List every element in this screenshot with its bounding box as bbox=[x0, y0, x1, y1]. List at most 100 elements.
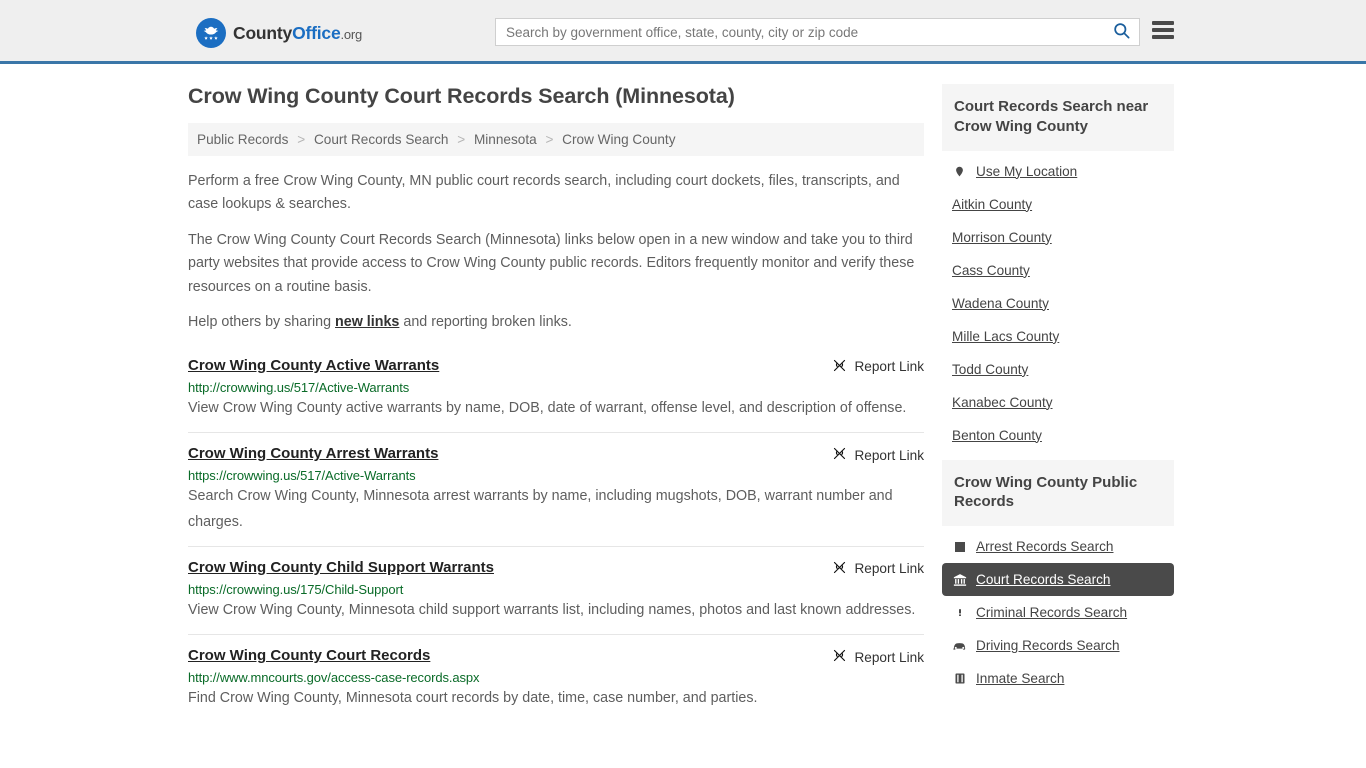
sidebar-item-label: Arrest Records Search bbox=[976, 539, 1114, 555]
breadcrumb-item-public-records[interactable]: Public Records bbox=[197, 132, 288, 147]
courthouse-icon bbox=[952, 573, 967, 587]
new-links-link[interactable]: new links bbox=[335, 314, 399, 330]
sidebar: Court Records Search near Crow Wing Coun… bbox=[942, 84, 1174, 703]
intro-paragraph-3: Help others by sharing new links and rep… bbox=[188, 311, 924, 334]
site-logo[interactable]: CountyOffice.org bbox=[196, 18, 362, 48]
sidebar-item-inmate-search[interactable]: Inmate Search bbox=[942, 662, 1174, 695]
report-link-label: Report Link bbox=[854, 649, 924, 665]
report-link-label: Report Link bbox=[854, 561, 924, 577]
search-button[interactable] bbox=[1103, 19, 1139, 45]
sidebar-item-label: Driving Records Search bbox=[976, 638, 1120, 654]
sidebar-item-label: Morrison County bbox=[952, 229, 1052, 245]
sidebar-item-label: Wadena County bbox=[952, 295, 1049, 311]
logo-text-office: Office bbox=[292, 22, 341, 43]
hamburger-bar bbox=[1152, 28, 1174, 32]
broken-link-icon bbox=[832, 560, 847, 578]
map-pin-icon bbox=[952, 164, 967, 179]
sidebar-item-label: Aitkin County bbox=[952, 196, 1033, 212]
broken-link-icon bbox=[832, 648, 847, 666]
share-text-before: Help others by sharing bbox=[188, 314, 336, 331]
main-content: Crow Wing County Court Records Search (M… bbox=[188, 84, 924, 723]
sidebar-item-mille-lacs-county[interactable]: Mille Lacs County bbox=[942, 320, 1174, 353]
eagle-seal-icon bbox=[196, 18, 226, 48]
broken-link-icon bbox=[832, 358, 847, 376]
breadcrumb-item-crow-wing-county: Crow Wing County bbox=[562, 132, 676, 147]
result-item: Crow Wing County Active Warrants Report … bbox=[188, 351, 924, 432]
result-description: View Crow Wing County, Minnesota child s… bbox=[188, 601, 916, 618]
logo-text-county: County bbox=[233, 22, 293, 43]
public-records-list: Arrest Records Search Court Records Sear… bbox=[942, 526, 1174, 695]
sidebar-item-todd-county[interactable]: Todd County bbox=[942, 353, 1174, 386]
sidebar-item-benton-county[interactable]: Benton County bbox=[942, 419, 1174, 452]
sidebar-item-label: Benton County bbox=[952, 427, 1042, 443]
exclamation-icon bbox=[952, 605, 967, 620]
logo-text-tld: .org bbox=[340, 26, 363, 42]
nearby-list: Use My Location Aitkin County Morrison C… bbox=[942, 151, 1174, 452]
breadcrumb-separator: > bbox=[457, 132, 466, 147]
sidebar-item-driving-records-search[interactable]: Driving Records Search bbox=[942, 629, 1174, 662]
sidebar-item-cass-county[interactable]: Cass County bbox=[942, 254, 1174, 287]
search-input[interactable] bbox=[496, 19, 1103, 45]
report-link-button[interactable]: Report Link bbox=[832, 357, 924, 376]
result-description: Find Crow Wing County, Minnesota court r… bbox=[188, 690, 758, 707]
hamburger-bar bbox=[1152, 21, 1174, 25]
sidebar-item-use-my-location[interactable]: Use My Location bbox=[942, 155, 1174, 188]
sidebar-item-kanabec-county[interactable]: Kanabec County bbox=[942, 386, 1174, 419]
public-records-panel-heading: Crow Wing County Public Records bbox=[942, 459, 1174, 527]
search-icon bbox=[1112, 21, 1131, 43]
sidebar-item-wadena-county[interactable]: Wadena County bbox=[942, 287, 1174, 320]
result-title-link[interactable]: Crow Wing County Active Warrants bbox=[188, 357, 439, 374]
breadcrumb-separator: > bbox=[545, 132, 554, 147]
sidebar-item-label: Todd County bbox=[952, 361, 1029, 377]
breadcrumb: Public Records > Court Records Search > … bbox=[188, 123, 924, 156]
result-title-link[interactable]: Crow Wing County Child Support Warrants bbox=[188, 559, 494, 576]
report-link-label: Report Link bbox=[854, 447, 924, 463]
result-url[interactable]: http://crowwing.us/517/Active-Warrants bbox=[188, 380, 924, 395]
results-list: Crow Wing County Active Warrants Report … bbox=[188, 351, 924, 723]
breadcrumb-item-court-records-search[interactable]: Court Records Search bbox=[314, 132, 448, 147]
report-link-label: Report Link bbox=[854, 359, 924, 375]
breadcrumb-separator: > bbox=[297, 132, 306, 147]
sidebar-item-aitkin-county[interactable]: Aitkin County bbox=[942, 188, 1174, 221]
intro-paragraph-2: The Crow Wing County Court Records Searc… bbox=[188, 231, 915, 295]
report-link-button[interactable]: Report Link bbox=[832, 559, 924, 578]
sidebar-item-label: Use My Location bbox=[976, 163, 1078, 179]
result-item: Crow Wing County Arrest Warrants Report … bbox=[188, 432, 924, 546]
sidebar-item-morrison-county[interactable]: Morrison County bbox=[942, 221, 1174, 254]
intro-text: Perform a free Crow Wing County, MN publ… bbox=[188, 170, 924, 335]
result-item: Crow Wing County Court Records Report Li… bbox=[188, 634, 924, 722]
result-title-link[interactable]: Crow Wing County Court Records bbox=[188, 647, 430, 664]
hamburger-menu-icon[interactable] bbox=[1152, 21, 1174, 39]
share-text-after: and reporting broken links. bbox=[399, 314, 572, 331]
breadcrumb-item-minnesota[interactable]: Minnesota bbox=[474, 132, 537, 147]
result-url[interactable]: https://crowwing.us/175/Child-Support bbox=[188, 582, 924, 597]
page-title: Crow Wing County Court Records Search (M… bbox=[188, 84, 735, 108]
nearby-panel-heading: Court Records Search near Crow Wing Coun… bbox=[942, 84, 1174, 151]
result-description: Search Crow Wing County, Minnesota arres… bbox=[188, 488, 893, 530]
logo-wordmark: CountyOffice.org bbox=[233, 23, 362, 44]
site-header: CountyOffice.org bbox=[0, 0, 1366, 64]
result-url[interactable]: http://www.mncourts.gov/access-case-reco… bbox=[188, 670, 924, 685]
nearby-panel: Court Records Search near Crow Wing Coun… bbox=[942, 84, 1174, 452]
sidebar-item-label: Cass County bbox=[952, 262, 1030, 278]
sidebar-item-label: Kanabec County bbox=[952, 394, 1053, 410]
broken-link-icon bbox=[832, 446, 847, 464]
sidebar-item-arrest-records-search[interactable]: Arrest Records Search bbox=[942, 530, 1174, 563]
sidebar-item-court-records-search[interactable]: Court Records Search bbox=[942, 563, 1174, 597]
inmate-icon bbox=[952, 672, 967, 685]
result-url[interactable]: https://crowwing.us/517/Active-Warrants bbox=[188, 468, 924, 483]
hamburger-bar bbox=[1152, 35, 1174, 39]
sidebar-item-label: Mille Lacs County bbox=[952, 328, 1060, 344]
sidebar-item-label: Criminal Records Search bbox=[976, 605, 1128, 621]
sidebar-item-label: Inmate Search bbox=[976, 671, 1065, 687]
sidebar-item-label: Court Records Search bbox=[976, 572, 1111, 588]
result-description: View Crow Wing County active warrants by… bbox=[188, 399, 907, 416]
result-item: Crow Wing County Child Support Warrants … bbox=[188, 545, 924, 634]
square-icon bbox=[952, 541, 967, 553]
sidebar-item-criminal-records-search[interactable]: Criminal Records Search bbox=[942, 596, 1174, 629]
result-title-link[interactable]: Crow Wing County Arrest Warrants bbox=[188, 445, 438, 462]
report-link-button[interactable]: Report Link bbox=[832, 445, 924, 464]
page-body: Crow Wing County Court Records Search (M… bbox=[0, 64, 1366, 723]
search-bar[interactable] bbox=[495, 18, 1140, 46]
report-link-button[interactable]: Report Link bbox=[832, 647, 924, 666]
